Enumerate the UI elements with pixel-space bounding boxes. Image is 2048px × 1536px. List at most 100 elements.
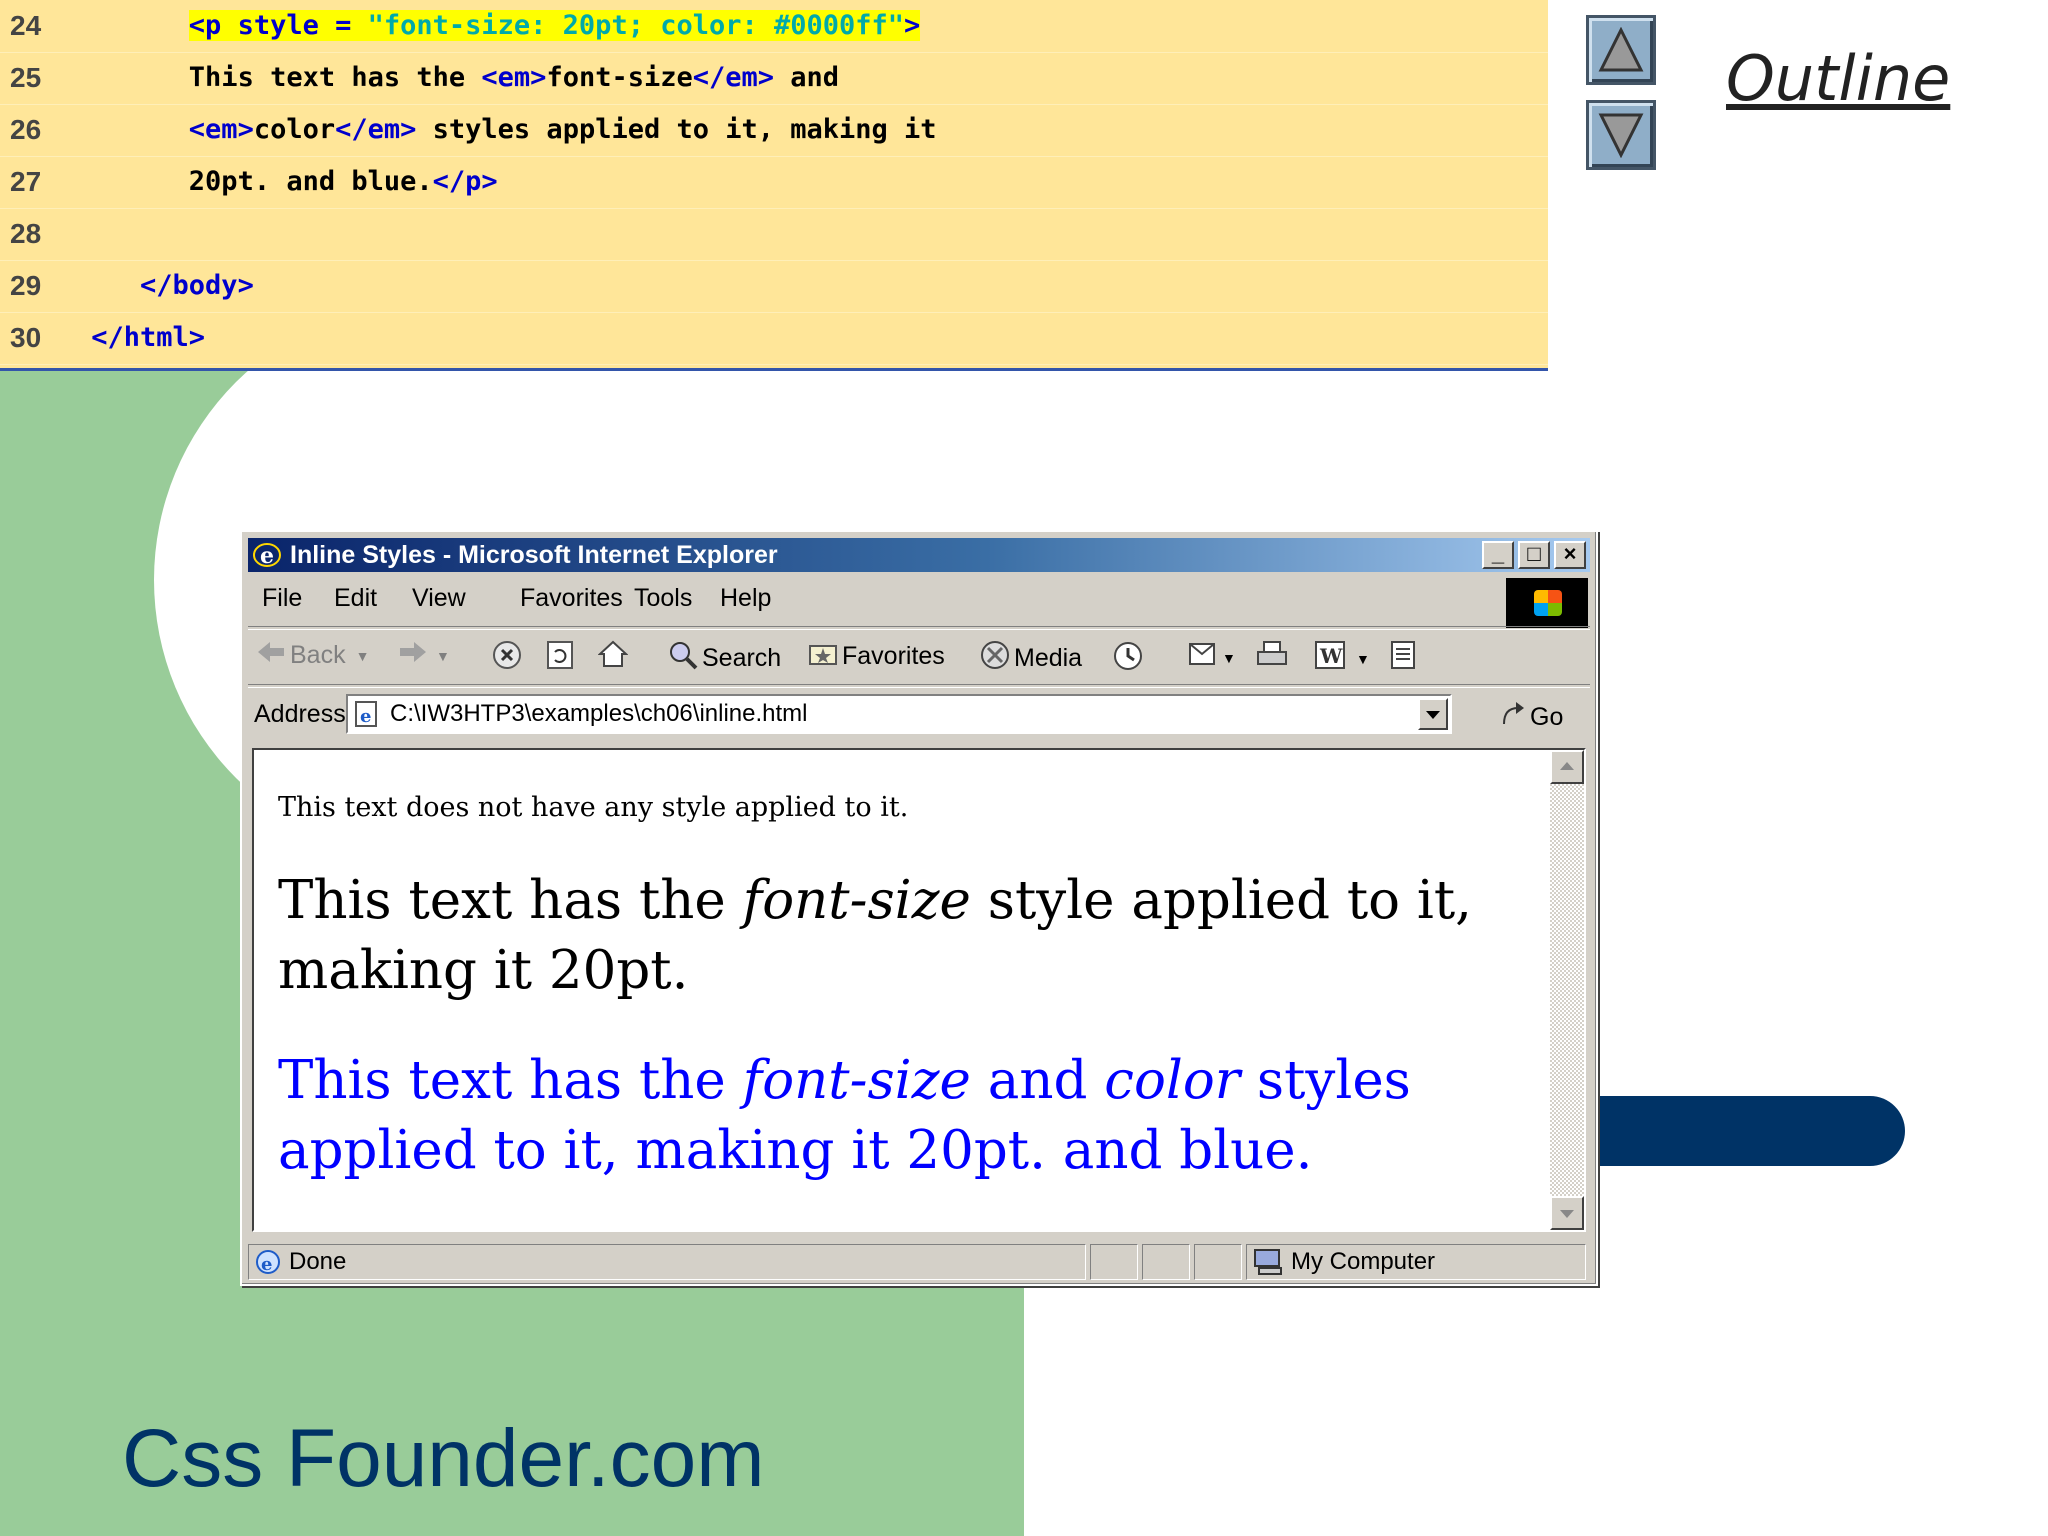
media-button[interactable]: Media: [980, 640, 1082, 677]
previous-slide-button[interactable]: [1586, 15, 1656, 85]
next-slide-button[interactable]: [1586, 100, 1656, 170]
scroll-down-button[interactable]: [1550, 1196, 1584, 1230]
page-icon: e: [352, 700, 382, 739]
back-label: Back: [290, 641, 346, 669]
code-token: styles applied to it, making it: [416, 114, 937, 145]
window-titlebar[interactable]: e Inline Styles - Microsoft Internet Exp…: [248, 538, 1590, 572]
mail-button[interactable]: ▼: [1188, 640, 1236, 675]
refresh-icon: [546, 640, 574, 677]
edit-button[interactable]: W ▼: [1314, 640, 1370, 677]
code-line: 28: [0, 208, 1548, 261]
windows-flag-icon: [1534, 590, 1562, 616]
history-button[interactable]: [1112, 640, 1144, 679]
forward-dropdown-icon[interactable]: ▼: [436, 648, 450, 664]
address-bar: Address e C:\IW3HTP3\examples\ch06\inlin…: [248, 690, 1590, 740]
standard-toolbar: Back ▼ ▼ Search Favorites Media ▼ W ▼: [248, 630, 1590, 682]
discuss-icon: [1388, 640, 1418, 677]
media-icon: [980, 640, 1010, 677]
p2-emphasis: font-size: [742, 870, 971, 931]
line-number: 29: [10, 270, 42, 301]
close-button[interactable]: ×: [1554, 541, 1586, 569]
windows-logo: [1506, 578, 1588, 628]
status-bar: e Done My Computer: [248, 1244, 1590, 1280]
svg-text:e: e: [261, 1254, 272, 1275]
menu-item-help[interactable]: Help: [720, 584, 771, 613]
print-button[interactable]: [1256, 640, 1288, 675]
minimize-button[interactable]: _: [1482, 541, 1514, 569]
scroll-up-button[interactable]: [1550, 750, 1584, 784]
mail-dropdown-icon[interactable]: ▼: [1222, 650, 1236, 666]
status-message-cell: e Done: [248, 1244, 1086, 1280]
plain-paragraph: This text does not have any style applie…: [278, 792, 909, 823]
scroll-up-icon: [1560, 762, 1574, 770]
code-token: and: [774, 62, 840, 93]
stop-button[interactable]: [492, 640, 522, 677]
menu-item-view[interactable]: View: [412, 584, 466, 613]
code-token: </p>: [432, 166, 498, 197]
code-token: </html>: [91, 322, 206, 353]
history-clock-icon: [1112, 640, 1144, 679]
status-zone-cell: My Computer: [1246, 1244, 1586, 1280]
toolbar-separator: [248, 684, 1590, 688]
printer-icon: [1256, 640, 1288, 675]
menu-item-favorites[interactable]: Favorites: [520, 584, 623, 613]
menu-item-tools[interactable]: Tools: [634, 584, 692, 613]
word-document-icon: W: [1314, 640, 1346, 677]
code-token: font-size: [546, 62, 693, 93]
footer-brand: Css Founder.com: [122, 1413, 765, 1504]
go-button[interactable]: Go: [1498, 700, 1563, 735]
favorites-button[interactable]: Favorites: [808, 640, 945, 673]
forward-button[interactable]: ▼: [398, 640, 450, 671]
address-input[interactable]: e C:\IW3HTP3\examples\ch06\inline.html: [346, 694, 1452, 734]
browser-window: e Inline Styles - Microsoft Internet Exp…: [240, 530, 1598, 1286]
media-label: Media: [1014, 644, 1083, 672]
code-text: 20pt. and blue.</p>: [75, 156, 498, 208]
code-token: <em>: [188, 114, 254, 145]
p2-text-a: This text has the: [278, 870, 743, 931]
discuss-button[interactable]: [1388, 640, 1418, 677]
svg-text:e: e: [360, 706, 371, 727]
back-arrow-icon: [258, 640, 286, 671]
line-number: 24: [10, 10, 42, 41]
go-label: Go: [1530, 703, 1564, 731]
status-text: Done: [289, 1248, 347, 1275]
code-token: </body>: [140, 270, 254, 301]
mail-icon: [1188, 640, 1218, 675]
search-button[interactable]: Search: [668, 640, 781, 677]
address-label: Address: [254, 700, 346, 728]
chevron-down-icon: [1426, 711, 1440, 719]
code-text: <p style = "font-size: 20pt; color: #000…: [75, 0, 921, 52]
line-number: 30: [10, 322, 42, 353]
home-button[interactable]: [597, 640, 629, 675]
address-value: C:\IW3HTP3\examples\ch06\inline.html: [390, 700, 808, 727]
svg-text:e: e: [260, 543, 274, 569]
ie-logo-icon: e: [252, 541, 282, 578]
line-number: 26: [10, 114, 42, 145]
maximize-button[interactable]: □: [1518, 541, 1550, 569]
svg-text:W: W: [1319, 644, 1343, 668]
address-dropdown-button[interactable]: [1418, 698, 1448, 730]
triangle-down-icon: [1598, 113, 1644, 158]
refresh-button[interactable]: [546, 640, 574, 677]
stop-icon: [492, 640, 522, 677]
code-line: 26 <em>color</em> styles applied to it, …: [0, 104, 1548, 157]
my-computer-icon: [1253, 1248, 1285, 1286]
back-dropdown-icon[interactable]: ▼: [356, 648, 370, 664]
p3-text-a: This text has the: [278, 1050, 743, 1111]
code-token: <em>: [481, 62, 547, 93]
outline-link[interactable]: Outline: [1726, 42, 1950, 115]
menu-item-file[interactable]: File: [262, 584, 302, 613]
code-text: <em>color</em> styles applied to it, mak…: [75, 104, 937, 156]
vertical-scrollbar[interactable]: [1550, 750, 1584, 1230]
favorites-star-icon: [808, 640, 838, 673]
edit-dropdown-icon[interactable]: ▼: [1356, 651, 1370, 667]
p3-text-b: and: [970, 1050, 1105, 1111]
back-button[interactable]: Back ▼: [258, 640, 369, 671]
menu-item-edit[interactable]: Edit: [334, 584, 377, 613]
line-number: 27: [10, 166, 42, 197]
status-cell-4: [1194, 1244, 1242, 1280]
